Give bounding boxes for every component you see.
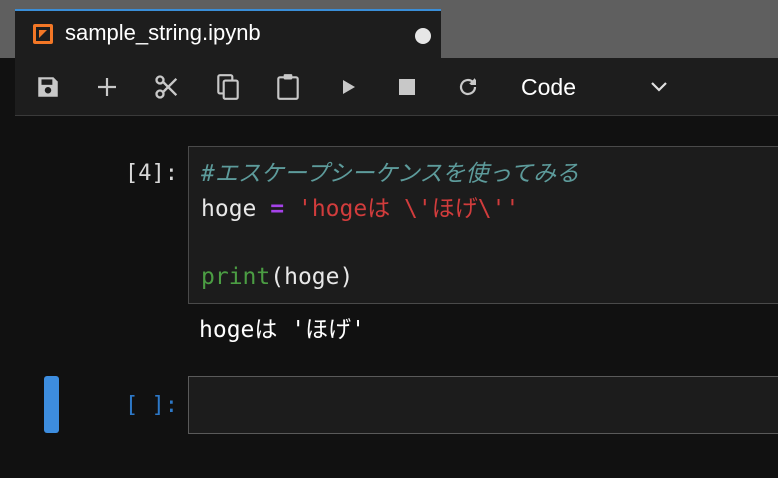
empty-code-cell[interactable] <box>188 376 778 434</box>
notebook-tab[interactable]: sample_string.ipynb <box>15 9 441 58</box>
copy-button[interactable] <box>213 72 243 102</box>
play-icon <box>343 80 355 94</box>
tab-bar: sample_string.ipynb <box>0 0 778 58</box>
plus-icon <box>98 78 116 96</box>
restart-icon <box>459 78 477 96</box>
tab-title: sample_string.ipynb <box>65 20 261 45</box>
scissors-icon <box>155 75 178 99</box>
input-prompt: [4]: <box>125 161 178 186</box>
code-line: #エスケープシーケンスを使ってみる <box>201 157 579 191</box>
code-string: 'hogeは \'ほげ\'' <box>297 196 520 222</box>
run-button[interactable] <box>333 72 363 102</box>
insert-cell-button[interactable] <box>92 72 122 102</box>
notebook-toolbar: Code <box>15 58 778 116</box>
empty-input-prompt: [ ]: <box>125 393 178 418</box>
cell-type-select[interactable]: Code <box>505 70 675 104</box>
save-button[interactable] <box>33 72 63 102</box>
chevron-down-icon <box>648 75 670 101</box>
interrupt-button[interactable] <box>392 72 422 102</box>
copy-icon <box>217 74 239 100</box>
stop-icon <box>399 79 415 95</box>
notebook-panel: [4]: #エスケープシーケンスを使ってみる hoge = 'hogeは \'ほ… <box>15 116 778 478</box>
clipboard-icon <box>277 74 299 100</box>
code-comment: #エスケープシーケンスを使ってみる <box>201 161 580 187</box>
code-line: print(hoge) <box>201 260 353 294</box>
save-icon <box>38 77 58 97</box>
cell-output: hogeは 'ほげ' <box>199 317 365 343</box>
notebook-icon <box>33 24 53 44</box>
unsaved-dot-icon[interactable] <box>415 28 431 44</box>
code-cell-editor[interactable]: #エスケープシーケンスを使ってみる hoge = 'hogeは \'ほげ\'' … <box>188 146 778 304</box>
code-builtin: print <box>201 264 271 290</box>
code-variable: hoge <box>201 196 257 222</box>
restart-button[interactable] <box>453 72 483 102</box>
code-line: hoge = 'hogeは \'ほげ\'' <box>201 192 519 226</box>
code-operator: = <box>270 196 285 222</box>
cut-button[interactable] <box>152 72 182 102</box>
code-args: (hoge) <box>270 264 354 290</box>
paste-button[interactable] <box>273 72 303 102</box>
cell-type-label: Code <box>521 74 576 100</box>
